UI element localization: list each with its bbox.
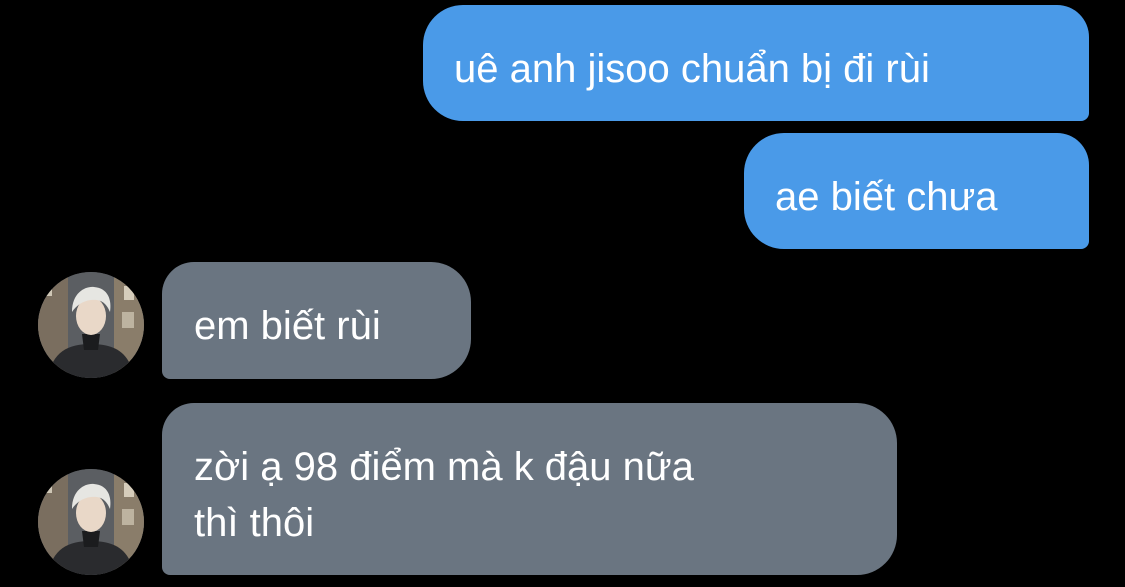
incoming-message-bubble[interactable]: em biết rùi — [162, 262, 471, 379]
contact-photo-image — [38, 469, 144, 575]
contact-avatar[interactable] — [38, 272, 144, 378]
outgoing-message-bubble[interactable]: uê anh jisoo chuẩn bị đi rùi — [423, 5, 1089, 121]
outgoing-message-bubble[interactable]: ae biết chưa — [744, 133, 1089, 249]
contact-avatar[interactable] — [38, 469, 144, 575]
incoming-message-bubble[interactable]: zời ạ 98 điểm mà k đậu nữa thì thôi — [162, 403, 897, 575]
contact-photo-image — [38, 272, 144, 378]
